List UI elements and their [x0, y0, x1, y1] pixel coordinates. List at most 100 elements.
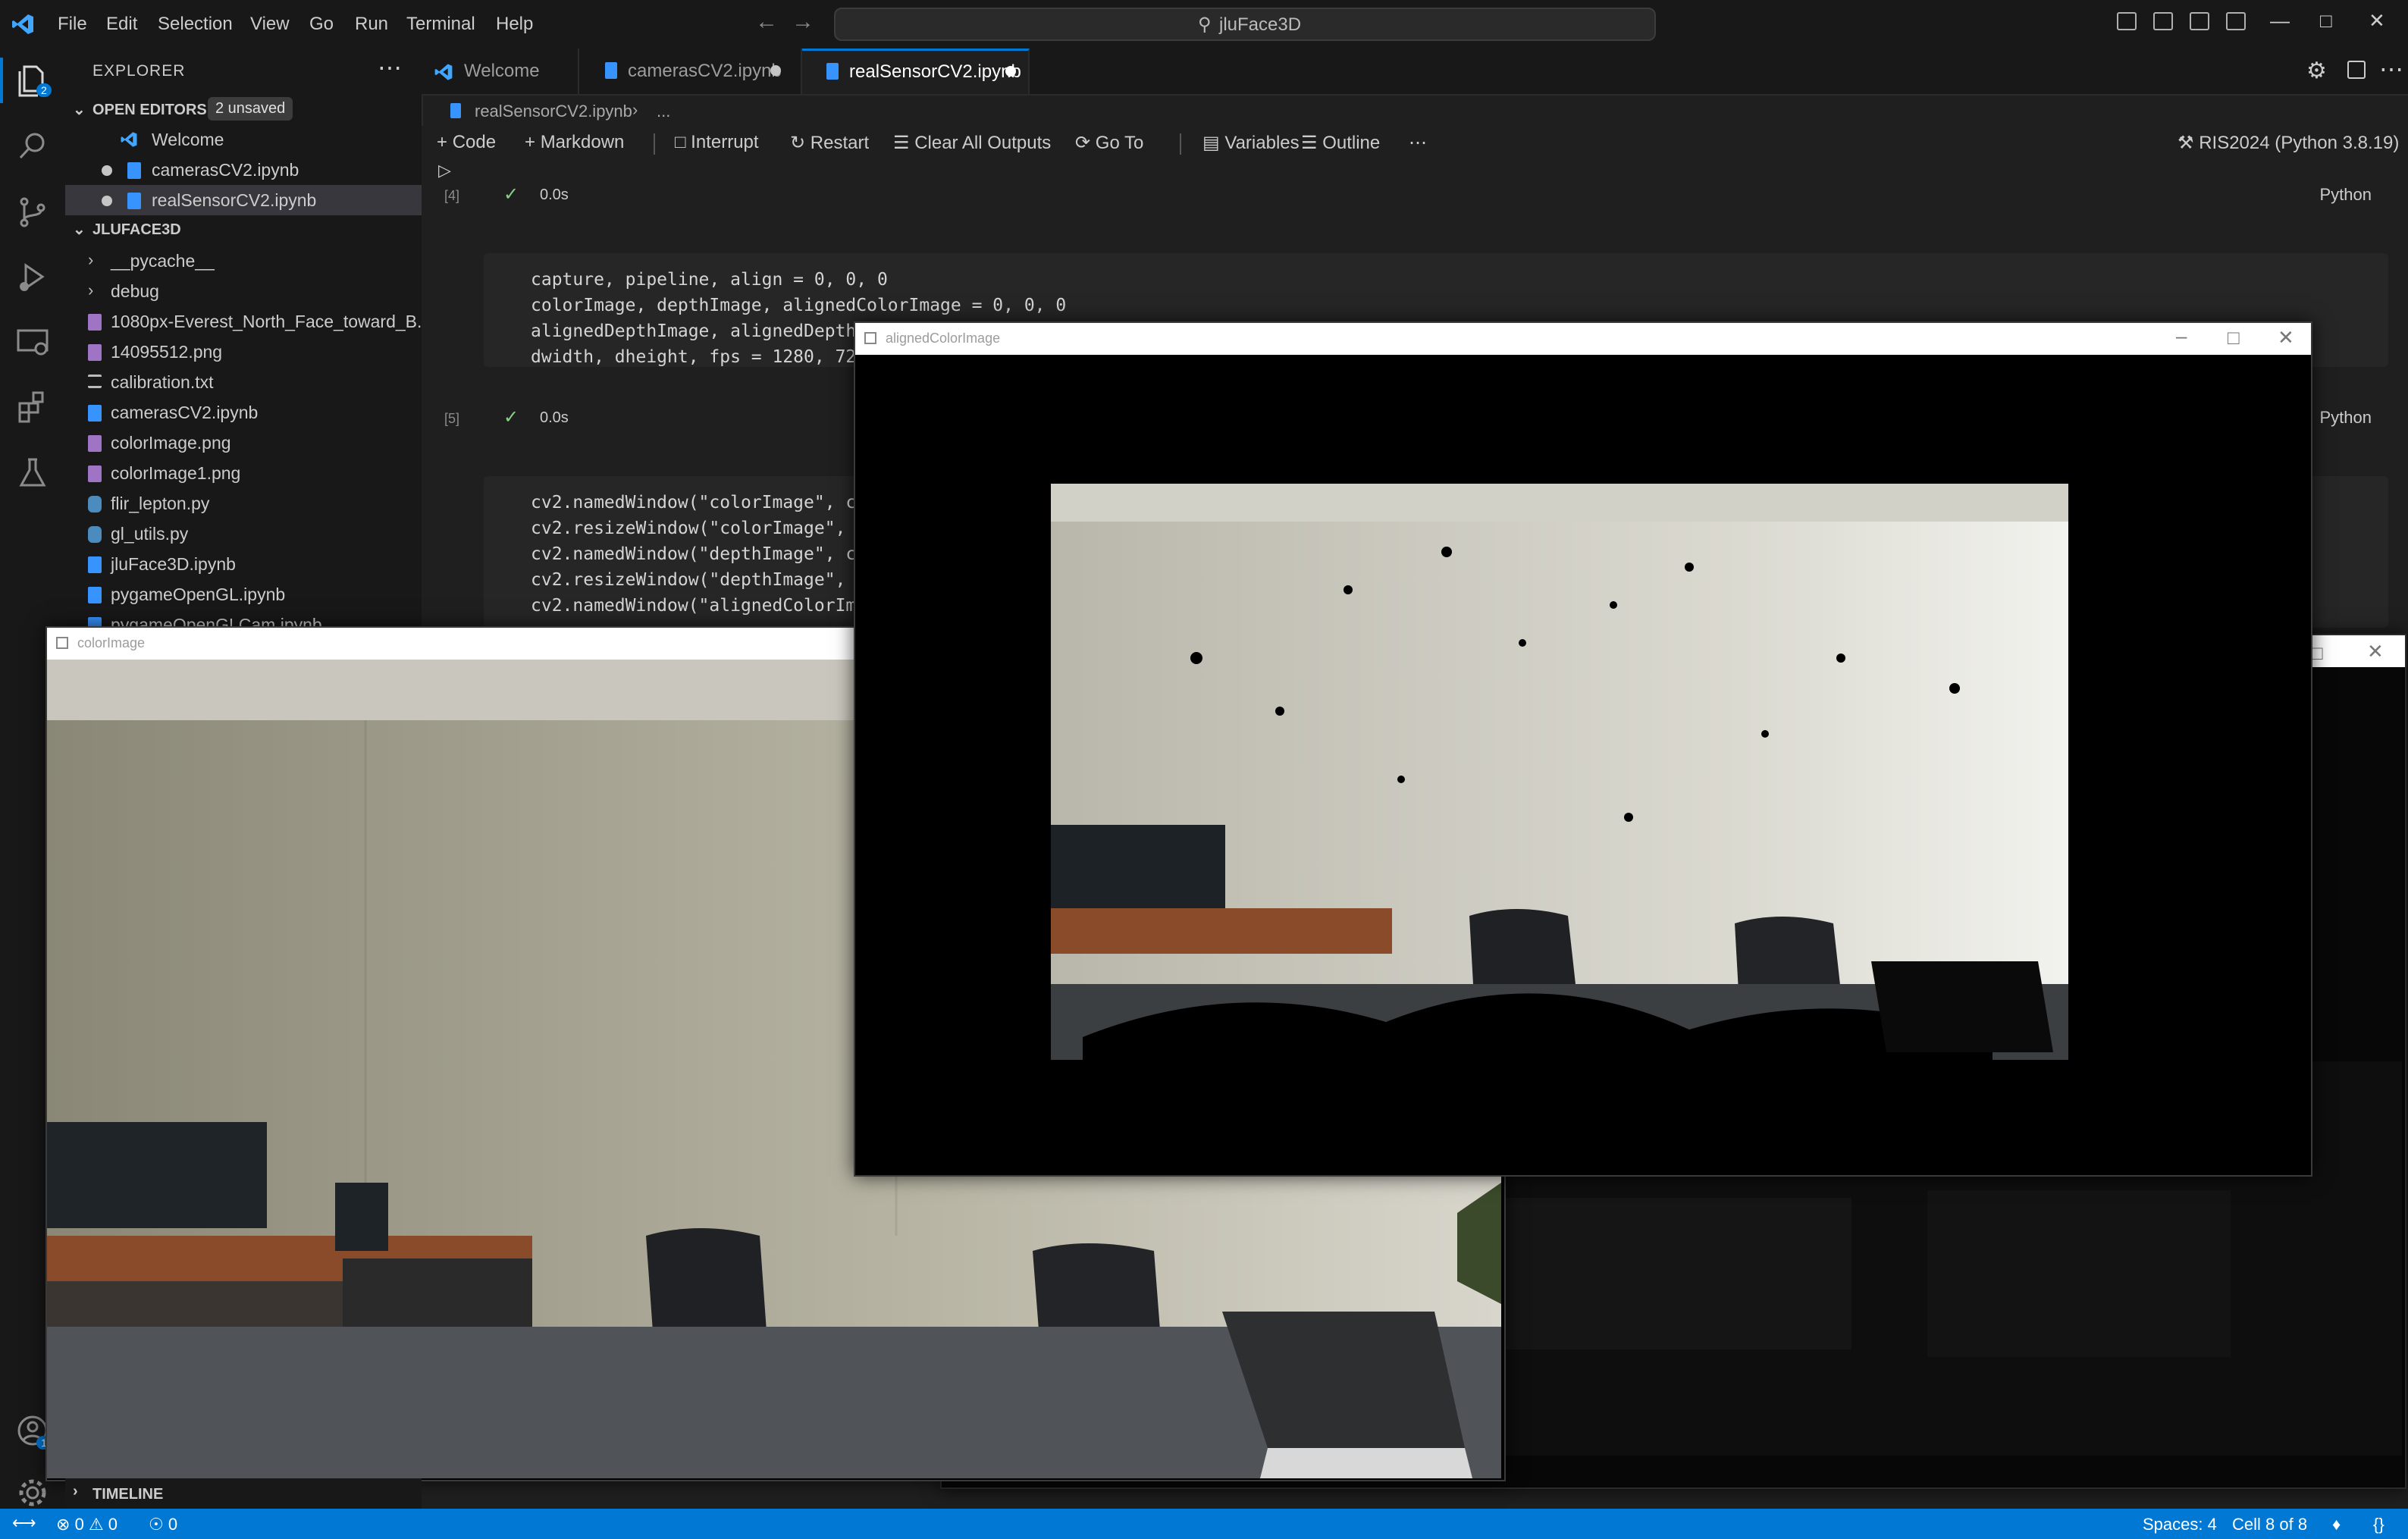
tree-file-item[interactable]: pygameOpenGL.ipynb: [65, 579, 422, 610]
code-line: cv2.resizeWindow("colorImage",: [531, 519, 846, 538]
tree-file-item[interactable]: colorImage.png: [65, 428, 422, 458]
tab-welcome[interactable]: Welcome: [422, 49, 579, 94]
open-editor-item[interactable]: camerasCV2.ipynb: [65, 155, 422, 185]
toggle-primary-sidebar-icon[interactable]: [2117, 12, 2137, 30]
forward-arrow-icon[interactable]: →: [792, 9, 814, 35]
close-icon[interactable]: ✕: [2278, 326, 2294, 349]
tab-camerascv2[interactable]: camerasCV2.ipynb: [579, 49, 802, 94]
tree-file-item[interactable]: flir_lepton.py: [65, 488, 422, 519]
back-arrow-icon[interactable]: ←: [755, 9, 778, 35]
toggle-secondary-sidebar-icon[interactable]: [2190, 12, 2209, 30]
add-markdown-label: Markdown: [540, 132, 625, 152]
tree-item-label: gl_utils.py: [111, 524, 189, 544]
testing-flask-icon[interactable]: [14, 453, 52, 491]
tree-file-item[interactable]: 14095512.png: [65, 337, 422, 367]
notebook-icon: [450, 103, 461, 118]
aligned-color-image-title-bar: alignedColorImage – □ ✕: [855, 323, 2311, 355]
tree-item-label: colorImage1.png: [111, 463, 241, 483]
cell-language[interactable]: Python: [2320, 185, 2372, 205]
restart-button[interactable]: ↻ Restart: [790, 132, 869, 154]
settings-gear-icon[interactable]: ⚙: [2306, 58, 2327, 84]
clear-all-outputs-button[interactable]: ☰ Clear All Outputs: [893, 132, 1051, 154]
menu-view[interactable]: View: [250, 14, 290, 35]
open-editor-item[interactable]: Welcome: [65, 124, 422, 155]
aligned-color-image-title: alignedColorImage: [886, 331, 1001, 346]
command-center-search[interactable]: ⚲ jluFace3D: [834, 8, 1656, 41]
tree-file-item[interactable]: colorImage1.png: [65, 458, 422, 488]
open-editors-section[interactable]: ⌄ OPEN EDITORS 2 unsaved: [65, 96, 422, 124]
search-icon[interactable]: [14, 127, 52, 165]
more-actions-icon[interactable]: ⋯: [2379, 55, 2403, 83]
timeline-section[interactable]: › TIMELINE: [65, 1478, 422, 1509]
vscode-icon: [121, 132, 137, 147]
variables-button[interactable]: ▤ Variables: [1180, 132, 1300, 154]
tree-file-item[interactable]: pygameOpenGLCam.ipynb: [65, 610, 422, 628]
tab-realsensorcv2[interactable]: realSensorCV2.ipynb: [802, 49, 1030, 94]
menu-terminal[interactable]: Terminal: [406, 14, 475, 35]
source-control-icon[interactable]: [14, 193, 52, 230]
tree-file-item[interactable]: calibration.txt: [65, 367, 422, 397]
tree-file-item[interactable]: gl_utils.py: [65, 519, 422, 549]
notifications-bell-icon[interactable]: ♦: [2332, 1515, 2341, 1534]
open-editor-item[interactable]: realSensorCV2.ipynb: [65, 185, 422, 215]
tree-file-item[interactable]: 1080px-Everest_North_Face_toward_B...: [65, 306, 431, 337]
maximize-icon[interactable]: □: [2311, 641, 2323, 665]
indentation-indicator[interactable]: Spaces: 4: [2143, 1515, 2217, 1534]
color-image-title: colorImage: [77, 635, 146, 650]
remote-explorer-icon[interactable]: [14, 323, 52, 361]
maximize-icon[interactable]: □: [2228, 326, 2240, 349]
kernel-icon: ⚒: [2178, 133, 2194, 153]
add-code-cell-button[interactable]: + Code: [437, 132, 496, 153]
minimize-icon[interactable]: –: [2176, 324, 2187, 348]
tree-folder-item[interactable]: › __pycache__: [65, 246, 422, 276]
image-file-icon: [88, 465, 102, 482]
more-actions-icon[interactable]: ⋯: [378, 53, 402, 82]
error-icon: ⊗: [56, 1515, 71, 1534]
add-markdown-cell-button[interactable]: + Markdown: [525, 132, 624, 153]
minimize-icon[interactable]: —: [2270, 9, 2290, 33]
execution-count: [4]: [444, 188, 460, 203]
python-file-icon: [88, 496, 102, 512]
breadcrumb-rest[interactable]: ...: [657, 102, 670, 121]
feedback-icon[interactable]: {}: [2373, 1515, 2384, 1534]
go-to-icon: ⟳: [1075, 133, 1091, 153]
run-and-debug-icon[interactable]: [14, 258, 52, 296]
kernel-picker[interactable]: ⚒ RIS2024 (Python 3.8.19): [2178, 132, 2399, 154]
menu-go[interactable]: Go: [309, 14, 334, 35]
cell-language[interactable]: Python: [2320, 408, 2372, 428]
customize-layout-icon[interactable]: [2226, 12, 2246, 30]
remote-indicator[interactable]: ⟷: [0, 1509, 44, 1539]
tree-file-item[interactable]: camerasCV2.ipynb: [65, 397, 422, 428]
close-icon[interactable]: ✕: [2367, 640, 2384, 663]
menu-edit[interactable]: Edit: [106, 14, 137, 35]
menu-file[interactable]: File: [58, 14, 87, 35]
aligned-color-image-window[interactable]: alignedColorImage – □ ✕: [854, 321, 2312, 1177]
menu-help[interactable]: Help: [496, 14, 533, 35]
problems-indicator[interactable]: ⊗ 0 ⚠ 0: [56, 1515, 118, 1534]
tab-label: camerasCV2.ipynb: [628, 61, 782, 81]
extensions-icon[interactable]: [14, 388, 52, 426]
breadcrumb-file[interactable]: realSensorCV2.ipynb: [475, 102, 632, 121]
chevron-down-icon: ⌄: [73, 102, 86, 118]
tree-folder-item[interactable]: › debug: [65, 276, 422, 306]
tab-label: Welcome: [464, 61, 540, 81]
code-line: cv2.namedWindow("alignedColorIm: [531, 596, 857, 616]
split-editor-icon[interactable]: [2347, 61, 2366, 79]
outline-label: Outline: [1322, 133, 1381, 153]
run-cell-icon[interactable]: ▷: [438, 161, 451, 180]
more-toolbar-button[interactable]: ⋯: [1409, 132, 1427, 154]
close-icon[interactable]: ✕: [2369, 9, 2385, 33]
ports-indicator[interactable]: ☉ 0: [149, 1515, 177, 1534]
menu-run[interactable]: Run: [355, 14, 388, 35]
maximize-icon[interactable]: □: [2320, 9, 2332, 33]
folder-section[interactable]: ⌄ JLUFACE3D: [65, 215, 422, 244]
toggle-panel-icon[interactable]: [2153, 12, 2173, 30]
go-to-button[interactable]: ⟳ Go To: [1075, 132, 1143, 154]
outline-button[interactable]: ☰ Outline: [1301, 132, 1380, 154]
tree-file-item[interactable]: jluFace3D.ipynb: [65, 549, 422, 579]
open-editor-label: camerasCV2.ipynb: [152, 160, 299, 180]
menu-selection[interactable]: Selection: [158, 14, 233, 35]
explorer-icon[interactable]: 2: [14, 61, 52, 99]
cell-position-indicator[interactable]: Cell 8 of 8: [2232, 1515, 2307, 1534]
interrupt-button[interactable]: □ Interrupt: [675, 132, 759, 153]
